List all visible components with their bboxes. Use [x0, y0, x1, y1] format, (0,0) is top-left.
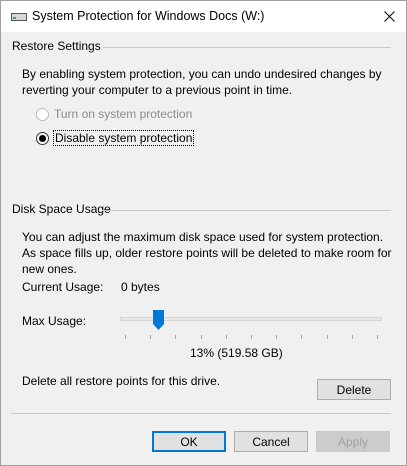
- cancel-button[interactable]: Cancel: [234, 431, 308, 452]
- current-usage-value: 0 bytes: [121, 280, 160, 294]
- slider-tick: [125, 335, 126, 339]
- slider-tick: [201, 335, 202, 339]
- drive-icon: [11, 13, 27, 21]
- max-usage-slider[interactable]: [120, 306, 382, 346]
- slider-tick: [175, 335, 176, 339]
- slider-tick: [327, 335, 328, 339]
- delete-button[interactable]: Delete: [317, 379, 391, 400]
- radio-turn-on-protection[interactable]: Turn on system protection: [36, 105, 192, 123]
- delete-button-label: Delete: [336, 382, 372, 397]
- max-usage-value: 13% (519.58 GB): [190, 346, 283, 360]
- bottom-divider: [11, 413, 391, 414]
- slider-thumb[interactable]: [153, 310, 164, 330]
- apply-button[interactable]: Apply: [316, 431, 390, 452]
- apply-button-label: Apply: [337, 434, 369, 449]
- radio-dot: [39, 134, 46, 142]
- delete-restore-points-text: Delete all restore points for this drive…: [22, 374, 221, 388]
- title-bar: System Protection for Windows Docs (W:): [1, 1, 406, 32]
- window-title: System Protection for Windows Docs (W:): [32, 9, 265, 23]
- disk-space-heading: Disk Space Usage: [12, 202, 111, 216]
- radio-disable-label: Disable system protection: [52, 130, 195, 146]
- ok-button[interactable]: OK: [152, 431, 226, 452]
- radio-disable-protection[interactable]: Disable system protection: [36, 129, 195, 147]
- ok-button-label: OK: [180, 434, 198, 449]
- close-button[interactable]: [374, 2, 404, 30]
- close-icon: [383, 10, 395, 22]
- slider-tick: [276, 335, 277, 339]
- radio-button[interactable]: [36, 107, 49, 121]
- radio-turn-on-label: Turn on system protection: [54, 107, 193, 121]
- slider-tick: [377, 335, 378, 339]
- current-usage-label: Current Usage:: [22, 280, 104, 294]
- restore-settings-heading: Restore Settings: [12, 39, 101, 53]
- slider-tick: [352, 335, 353, 339]
- slider-tick: [251, 335, 252, 339]
- slider-tick: [150, 335, 151, 339]
- disk-space-divider: [102, 210, 391, 211]
- slider-tick: [226, 335, 227, 339]
- disk-space-description: You can adjust the maximum disk space us…: [22, 230, 392, 276]
- system-protection-dialog: System Protection for Windows Docs (W:) …: [0, 0, 407, 466]
- max-usage-label: Max Usage:: [22, 314, 87, 328]
- cancel-button-label: Cancel: [252, 434, 290, 449]
- radio-button-selected[interactable]: [36, 131, 49, 145]
- restore-settings-divider: [103, 47, 391, 48]
- restore-settings-description: By enabling system protection, you can u…: [22, 67, 382, 97]
- slider-tick: [301, 335, 302, 339]
